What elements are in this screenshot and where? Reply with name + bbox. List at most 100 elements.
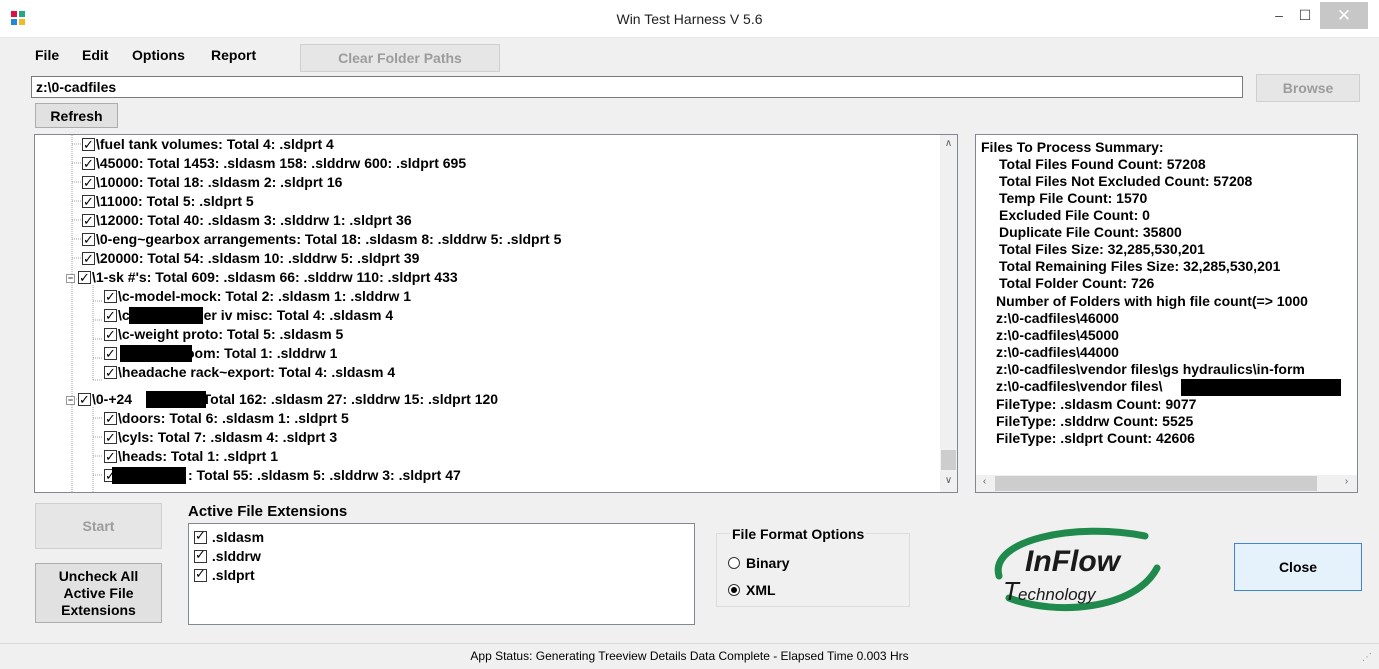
extension-item[interactable]: .sldasm: [194, 528, 264, 545]
tree-node-label: : Total 55: .sldasm 5: .slddrw 3: .sldpr…: [188, 467, 461, 483]
checkbox[interactable]: [104, 363, 117, 382]
tree-node[interactable]: \10000: Total 18: .sldasm 2: .sldprt 16: [82, 173, 342, 192]
redaction-bar: [120, 345, 192, 362]
summary-line: FileType: .sldprt Count: 42606: [996, 430, 1195, 446]
extension-item[interactable]: .slddrw: [194, 547, 261, 564]
extensions-list[interactable]: .sldasm .slddrw .sldprt: [188, 523, 695, 625]
summary-panel[interactable]: Files To Process Summary: Total Files Fo…: [975, 134, 1358, 493]
radio-binary[interactable]: Binary: [728, 555, 790, 571]
scroll-thumb[interactable]: [995, 476, 1317, 491]
tree-node[interactable]: \12000: Total 40: .sldasm 3: .slddrw 1: …: [82, 211, 412, 230]
redaction-bar: [146, 391, 206, 408]
resize-grip-icon[interactable]: ⋰: [1362, 652, 1372, 663]
radio-xml[interactable]: XML: [728, 582, 776, 598]
tree-node-label: \heads: Total 1: .sldprt 1: [118, 448, 278, 464]
checkbox[interactable]: [194, 566, 207, 582]
summary-line: FileType: .sldasm Count: 9077: [996, 396, 1197, 412]
extension-item[interactable]: .sldprt: [194, 566, 255, 583]
summary-line: Total Files Size: 32,285,530,201: [999, 241, 1205, 257]
checkbox[interactable]: [78, 268, 91, 287]
collapse-icon[interactable]: −: [66, 274, 75, 283]
tree-node-label: \c: [118, 307, 130, 323]
radio-label: Binary: [746, 555, 790, 571]
summary-line: Total Folder Count: 726: [999, 275, 1155, 291]
start-button[interactable]: Start: [35, 503, 162, 549]
checkbox[interactable]: [82, 211, 95, 230]
summary-line: Total Files Not Excluded Count: 57208: [999, 173, 1253, 189]
tree-node[interactable]: \0-eng~gearbox arrangements: Total 18: .…: [82, 230, 561, 249]
tree-node[interactable]: − \0-+24 : Total 162: .sldasm 27: .slddrw …: [66, 390, 498, 409]
file-format-label: File Format Options: [730, 526, 867, 542]
maximize-button[interactable]: ☐: [1292, 2, 1318, 29]
close-window-button[interactable]: ✕: [1320, 2, 1368, 29]
summary-line: Excluded File Count: 0: [999, 207, 1150, 223]
checkbox[interactable]: [82, 154, 95, 173]
status-text: App Status: Generating Treeview Details …: [470, 649, 909, 663]
browse-button[interactable]: Browse: [1256, 74, 1360, 102]
summary-line: Duplicate File Count: 35800: [999, 224, 1182, 240]
tree-vertical-scrollbar[interactable]: ∧ ∨: [940, 135, 957, 492]
menu-edit[interactable]: Edit: [82, 47, 108, 63]
checkbox[interactable]: [104, 306, 117, 325]
tree-node[interactable]: \headache rack~export: Total 4: .sldasm …: [104, 363, 395, 382]
scroll-up-icon[interactable]: ∧: [940, 138, 957, 149]
tree-node-label: \45000: Total 1453: .sldasm 158: .slddrw…: [96, 155, 467, 171]
tree-node[interactable]: \cyls: Total 7: .sldasm 4: .sldprt 3: [104, 428, 337, 447]
logo-text-main: InFlow: [1025, 545, 1122, 578]
uncheck-all-extensions-button[interactable]: Uncheck All Active File Extensions: [35, 563, 162, 623]
menu-options[interactable]: Options: [132, 47, 185, 63]
checkbox[interactable]: [194, 547, 207, 563]
checkbox[interactable]: [82, 192, 95, 211]
menu-report[interactable]: Report: [211, 47, 256, 63]
tree-node-label: \12000: Total 40: .sldasm 3: .slddrw 1: …: [96, 212, 412, 228]
checkbox[interactable]: [104, 287, 117, 306]
radio-selected-icon[interactable]: [728, 584, 740, 596]
minimize-button[interactable]: –: [1266, 2, 1292, 29]
checkbox[interactable]: [104, 428, 117, 447]
close-button[interactable]: Close: [1234, 543, 1362, 591]
tree-node[interactable]: \fuel tank volumes: Total 4: .sldprt 4: [82, 135, 334, 154]
summary-heading: Files To Process Summary:: [981, 139, 1164, 155]
tree-node-label: \0-+24: [92, 391, 133, 407]
tree-node-label: \cyls: Total 7: .sldasm 4: .sldprt 3: [118, 429, 338, 445]
tree-node[interactable]: − \1-sk #'s: Total 609: .sldasm 66: .sldd…: [66, 268, 458, 287]
checkbox[interactable]: [82, 135, 95, 154]
scroll-left-icon[interactable]: ‹: [976, 476, 993, 487]
extensions-label: Active File Extensions: [188, 503, 348, 520]
radio-icon[interactable]: [728, 557, 740, 569]
tree-node-label: \20000: Total 54: .sldasm 10: .slddrw 5:…: [96, 250, 420, 266]
tree-node[interactable]: \11000: Total 5: .sldprt 5: [82, 192, 254, 211]
tree-node[interactable]: \heads: Total 1: .sldprt 1: [104, 447, 278, 466]
tree-node[interactable]: \c-model-mock: Total 2: .sldasm 1: .sldd…: [104, 287, 411, 306]
checkbox[interactable]: [82, 173, 95, 192]
checkbox[interactable]: [194, 528, 207, 544]
button-label-line: Uncheck All: [58, 567, 139, 584]
checkbox[interactable]: [82, 249, 95, 268]
tree-node[interactable]: \20000: Total 54: .sldasm 10: .slddrw 5:…: [82, 249, 419, 268]
scroll-thumb[interactable]: [941, 450, 956, 470]
folder-tree[interactable]: \fuel tank volumes: Total 4: .sldprt 4 \…: [34, 134, 958, 493]
checkbox[interactable]: [82, 230, 95, 249]
collapse-icon[interactable]: −: [66, 396, 75, 405]
checkbox[interactable]: [104, 325, 117, 344]
redaction-bar: [129, 307, 203, 324]
checkbox[interactable]: [104, 409, 117, 428]
summary-horizontal-scrollbar[interactable]: ‹ ›: [976, 475, 1357, 492]
tree-node-label: : Total 162: .sldasm 27: .slddrw 15: .sl…: [194, 391, 499, 407]
menu-file[interactable]: File: [35, 47, 59, 63]
scroll-right-icon[interactable]: ›: [1338, 476, 1355, 487]
checkbox[interactable]: [104, 447, 117, 466]
tree-node[interactable]: \doors: Total 6: .sldasm 1: .sldprt 5: [104, 409, 349, 428]
scroll-down-icon[interactable]: ∨: [940, 475, 957, 486]
button-label-line: Active File: [63, 584, 134, 601]
checkbox[interactable]: [78, 390, 91, 409]
folder-path-input[interactable]: [31, 76, 1243, 98]
summary-line: Total Files Found Count: 57208: [999, 156, 1206, 172]
clear-folder-paths-button[interactable]: Clear Folder Paths: [300, 44, 500, 72]
tree-node[interactable]: \c-weight proto: Total 5: .sldasm 5: [104, 325, 343, 344]
checkbox[interactable]: [104, 344, 117, 363]
summary-line: z:\0-cadfiles\vendor files\: [996, 378, 1163, 394]
refresh-button[interactable]: Refresh: [35, 103, 118, 128]
tree-node[interactable]: \45000: Total 1453: .sldasm 158: .slddrw…: [82, 154, 466, 173]
summary-line: Number of Folders with high file count(=…: [996, 293, 1308, 309]
